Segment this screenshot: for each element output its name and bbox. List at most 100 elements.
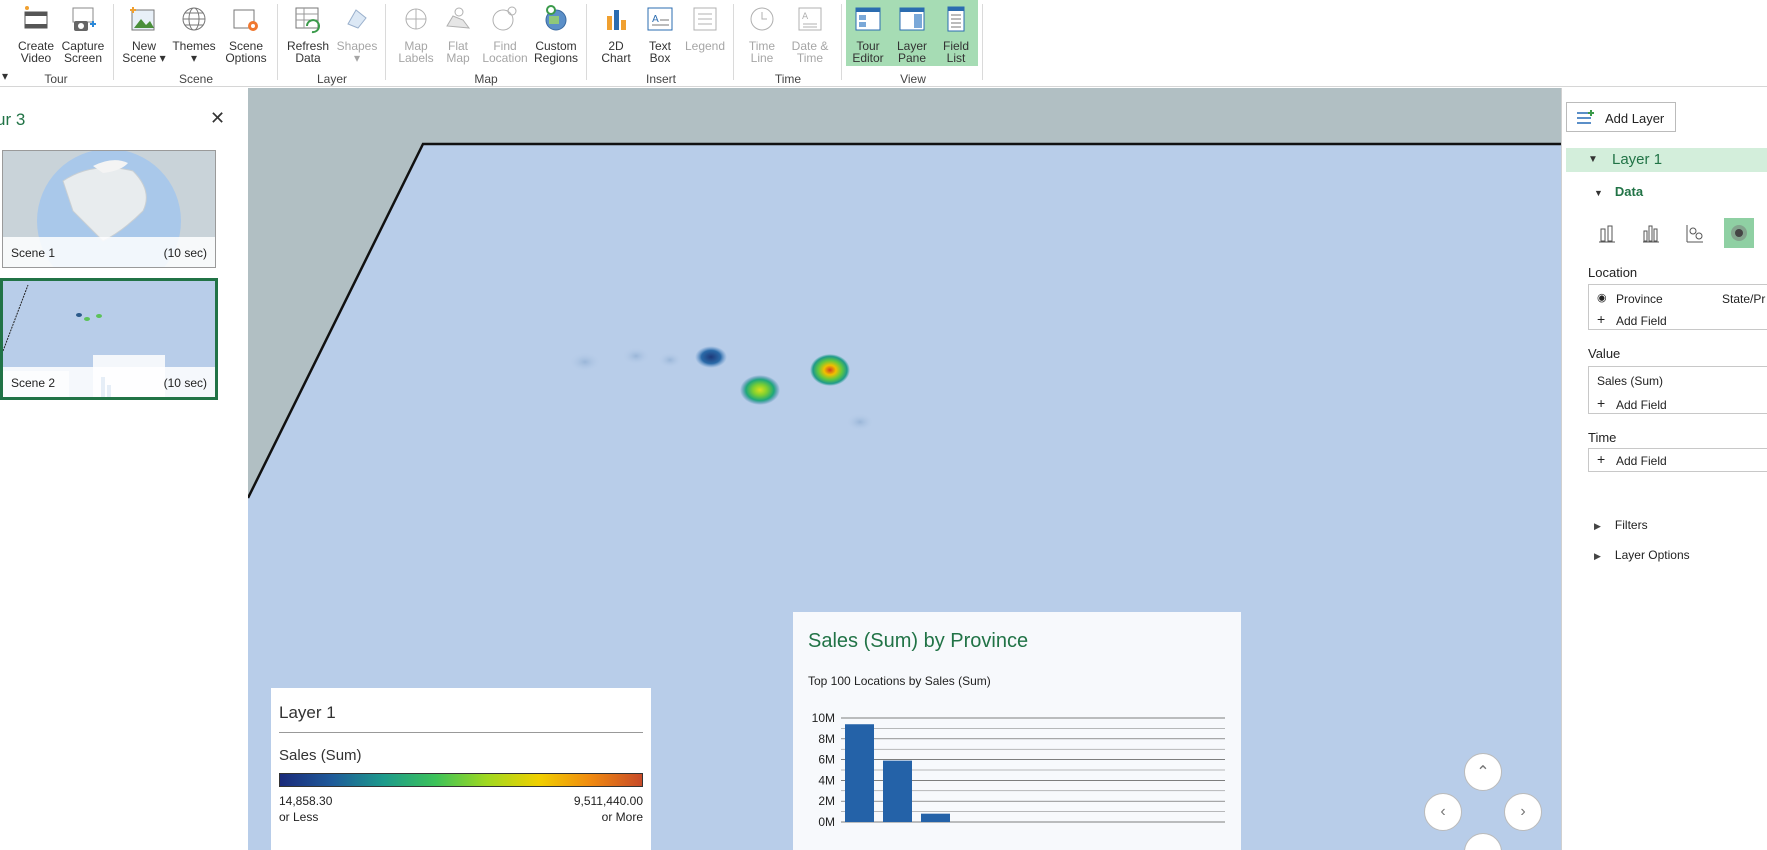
clustered-column-viz-button[interactable] xyxy=(1636,218,1666,248)
find-location-button[interactable]: Find Location xyxy=(480,0,530,66)
layer-options-section[interactable]: ▶ Layer Options xyxy=(1594,548,1690,562)
legend-button[interactable]: Legend xyxy=(682,0,728,66)
add-value-field-button[interactable]: + Add Field xyxy=(1589,393,1767,417)
add-time-field-button[interactable]: + Add Field xyxy=(1589,449,1767,473)
data-section-header[interactable]: ▼ Data xyxy=(1594,184,1643,199)
time-line-button[interactable]: Time Line xyxy=(742,0,782,66)
map-labels-button[interactable]: Map Labels xyxy=(396,0,436,66)
stacked-column-viz-button[interactable] xyxy=(1592,218,1622,248)
chevron-left-icon: ‹ xyxy=(1440,803,1446,820)
scene-options-icon xyxy=(233,9,258,31)
y-tick-label: 6M xyxy=(818,753,835,767)
layer-pane-button[interactable]: Layer Pane xyxy=(890,0,934,66)
geography-type-dropdown[interactable]: State/Pr xyxy=(1722,292,1765,306)
heat-map-viz-button[interactable] xyxy=(1724,218,1754,248)
divider xyxy=(279,732,643,733)
legend-max-value: 9,511,440.00 xyxy=(573,794,643,808)
separator xyxy=(586,4,587,80)
new-scene-button[interactable]: New Scene ▾ xyxy=(122,0,166,66)
capture-screen-button[interactable]: Capture Screen xyxy=(60,0,106,66)
ribbon-group-view: Tour Editor Layer Pane Field List View xyxy=(844,0,982,87)
add-location-field-button[interactable]: + Add Field xyxy=(1589,309,1767,333)
text-box-button[interactable]: A Text Box xyxy=(640,0,680,66)
chart-bar[interactable] xyxy=(921,813,950,822)
date-time-icon: A xyxy=(798,7,822,31)
field-list-button[interactable]: Field List xyxy=(934,0,978,66)
tilt-up-button[interactable]: ⌃ xyxy=(1464,753,1502,791)
refresh-data-icon xyxy=(295,7,320,34)
tour-editor-icon xyxy=(855,7,881,31)
scene-caption: Scene 2 (10 sec) xyxy=(3,367,215,397)
rotate-left-button[interactable]: ‹ xyxy=(1424,793,1462,831)
chart-panel[interactable]: Sales (Sum) by Province Top 100 Location… xyxy=(793,612,1241,850)
radio-icon[interactable]: ◉ xyxy=(1597,291,1607,304)
refresh-data-button[interactable]: Refresh Data xyxy=(284,0,332,66)
flat-map-button[interactable]: Flat Map xyxy=(440,0,476,66)
value-field-row[interactable]: Sales (Sum) xyxy=(1589,369,1767,393)
value-field-well[interactable]: Sales (Sum) + Add Field xyxy=(1588,366,1767,414)
collapse-triangle-icon[interactable]: ▼ xyxy=(1588,154,1598,165)
field-list-icon xyxy=(947,6,965,32)
chevron-right-icon: › xyxy=(1520,803,1526,820)
custom-regions-icon xyxy=(545,5,567,31)
shapes-button[interactable]: Shapes ▾ xyxy=(334,0,380,66)
chevron-down-icon: ⌄ xyxy=(1476,842,1489,850)
legend-title: Layer 1 xyxy=(279,703,336,722)
tour-editor-pane: ur 3 ✕ Scene 1 (10 sec) Scene 2 (10 sec) xyxy=(0,88,248,850)
y-tick-label: 10M xyxy=(812,711,835,725)
tour-title: ur 3 xyxy=(0,110,26,129)
scene-thumbnail-2[interactable]: Scene 2 (10 sec) xyxy=(0,278,218,400)
clock-icon xyxy=(750,7,774,31)
date-time-button[interactable]: A Date & Time xyxy=(786,0,834,66)
scene-thumbnail-1[interactable]: Scene 1 (10 sec) xyxy=(2,150,216,268)
collapse-triangle-icon: ▼ xyxy=(1594,188,1603,198)
globe-icon xyxy=(182,7,206,31)
create-video-button[interactable]: Create Video xyxy=(14,0,58,66)
add-layer-icon xyxy=(1577,110,1594,124)
group-label-tour: Tour xyxy=(44,72,68,86)
group-label-scene: Scene xyxy=(178,72,214,86)
group-label-map: Map xyxy=(474,72,498,86)
time-field-well[interactable]: + Add Field xyxy=(1588,448,1767,472)
tour-editor-button[interactable]: Tour Editor xyxy=(846,0,890,66)
separator xyxy=(277,4,278,80)
video-icon xyxy=(24,6,48,29)
expand-triangle-icon: ▶ xyxy=(1594,521,1601,531)
plus-icon: + xyxy=(1597,311,1606,327)
value-label: Value xyxy=(1588,346,1621,361)
ribbon-group-layer: Refresh Data Shapes ▾ Layer xyxy=(280,0,384,87)
close-icon[interactable]: ✕ xyxy=(210,108,225,129)
separator xyxy=(982,4,983,80)
legend-min-value: 14,858.30 xyxy=(279,794,333,808)
heat-spot[interactable] xyxy=(695,346,727,368)
heat-spot[interactable] xyxy=(810,354,850,386)
separator xyxy=(733,4,734,80)
rotate-right-button[interactable]: › xyxy=(1504,793,1542,831)
y-tick-label: 8M xyxy=(818,732,835,746)
chart-bar[interactable] xyxy=(845,724,874,822)
chart-bar[interactable] xyxy=(883,760,912,822)
legend-min-label: or Less xyxy=(279,810,319,824)
play-tour-button-partial[interactable]: ▾ xyxy=(0,0,10,82)
location-field-row[interactable]: ◉ Province State/Pr xyxy=(1589,287,1767,311)
custom-regions-button[interactable]: Custom Regions xyxy=(532,0,580,66)
location-field-well[interactable]: ◉ Province State/Pr + Add Field xyxy=(1588,284,1767,330)
separator xyxy=(113,4,114,80)
group-label-time: Time xyxy=(774,72,802,86)
map-legend[interactable]: Layer 1 Sales (Sum) 14,858.30 or Less 9,… xyxy=(271,688,651,850)
heat-spot[interactable] xyxy=(740,375,780,405)
bar-chart-icon xyxy=(607,10,626,30)
legend-max-label: or More xyxy=(601,810,643,824)
filters-section[interactable]: ▶ Filters xyxy=(1594,518,1648,532)
group-label-insert: Insert xyxy=(645,72,676,86)
add-layer-button[interactable]: Add Layer xyxy=(1566,102,1676,132)
2d-chart-button[interactable]: 2D Chart xyxy=(596,0,636,66)
layer-1-header[interactable]: ▼ Layer 1 xyxy=(1566,148,1767,172)
text-box-icon: A xyxy=(647,7,673,31)
heat-gradient-bar xyxy=(279,773,643,787)
scene-options-button[interactable]: Scene Options xyxy=(222,0,270,66)
ribbon: ▾ Create Video Capture Screen Tour New S… xyxy=(0,0,1767,87)
themes-button[interactable]: Themes ▾ xyxy=(170,0,218,66)
bubble-viz-button[interactable] xyxy=(1680,218,1710,248)
map-viewport[interactable]: Layer 1 Sales (Sum) 14,858.30 or Less 9,… xyxy=(248,88,1561,850)
